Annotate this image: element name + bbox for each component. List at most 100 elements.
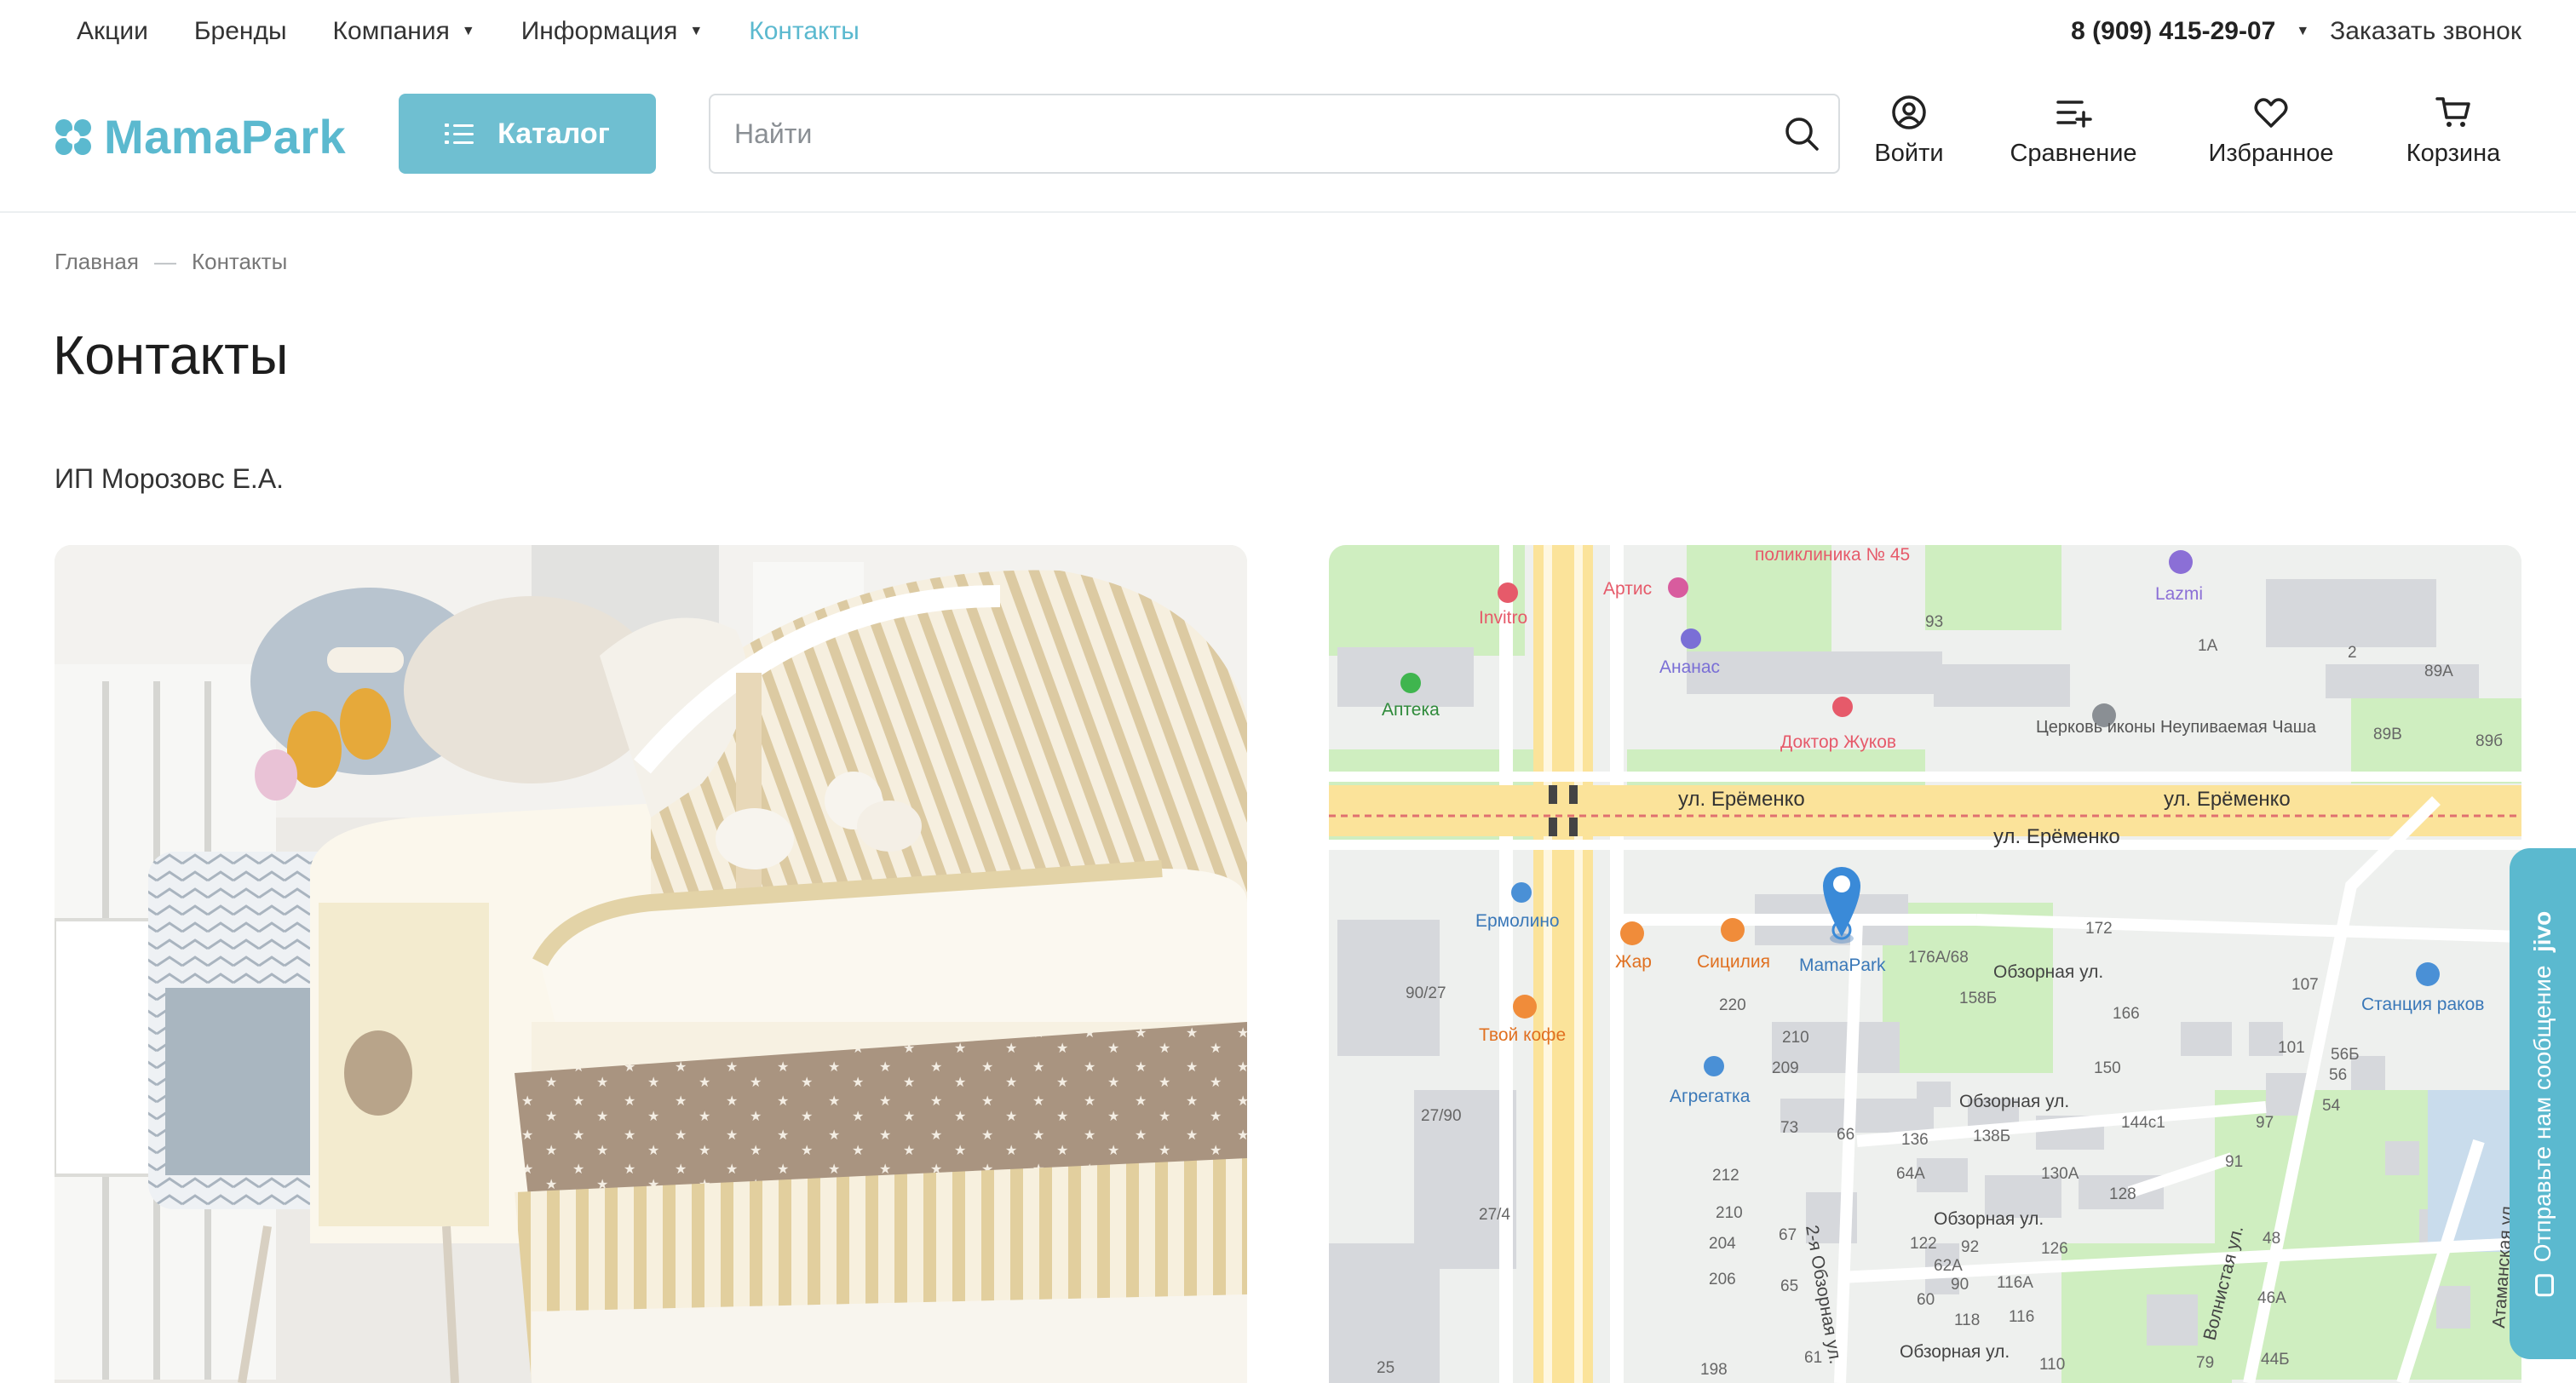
map-street-label: Обзорная ул. xyxy=(1900,1342,2010,1362)
map-street-label: ул. Ерёменко xyxy=(1993,825,2120,848)
map-house-number: 138Б xyxy=(1973,1128,2010,1145)
chat-icon xyxy=(2534,1274,2554,1297)
map-house-number: 66 xyxy=(1837,1126,1854,1144)
map-house-number: 60 xyxy=(1917,1291,1935,1309)
map-place-label: Ермолино xyxy=(1475,911,1560,931)
map-place-label: Станция раков xyxy=(2361,995,2484,1014)
phone-dropdown-icon[interactable]: ▼ xyxy=(2296,24,2309,39)
map-house-number: 130А xyxy=(2041,1165,2079,1183)
search-input[interactable] xyxy=(710,95,1767,172)
map-house-number: 89б xyxy=(2475,732,2503,750)
map-house-number: 206 xyxy=(1709,1271,1736,1288)
map-place-label: Ананас xyxy=(1659,657,1720,677)
chat-brand: jivo xyxy=(2529,910,2556,953)
map-street-label: Обзорная ул. xyxy=(1934,1209,2044,1229)
catalog-button[interactable]: Каталог xyxy=(399,94,656,174)
map-house-number: 158Б xyxy=(1959,990,1997,1007)
topnav-company[interactable]: Компания ▼ xyxy=(333,17,475,46)
map-house-number: 144с1 xyxy=(2121,1114,2165,1132)
login-label: Войти xyxy=(1874,140,1944,167)
favorites-label: Избранное xyxy=(2208,140,2334,167)
map-house-number: 44Б xyxy=(2261,1351,2290,1369)
map-house-number: 27/4 xyxy=(1479,1206,1510,1224)
map-place-label: Артис xyxy=(1603,579,1652,599)
topnav-information[interactable]: Информация ▼ xyxy=(521,17,704,46)
top-contacts: 8 (909) 415-29-07 ▼ Заказать звонок xyxy=(2071,0,2521,63)
map-house-number: 166 xyxy=(2113,1005,2140,1023)
bassinets-photo: ★ ★ xyxy=(55,545,1247,1383)
callback-link[interactable]: Заказать звонок xyxy=(2330,17,2521,46)
map-house-number: 73 xyxy=(1780,1119,1798,1137)
map-house-number: 101 xyxy=(2278,1039,2305,1057)
search-icon[interactable] xyxy=(1782,114,1821,153)
map-street-label: Обзорная ул. xyxy=(1993,962,2103,982)
location-map[interactable]: ул. Ерёменко ул. Ерёменко ул. Ерёменко О… xyxy=(1329,545,2521,1383)
map-house-number: 118 xyxy=(1954,1311,1980,1329)
map-house-number: 150 xyxy=(2094,1059,2121,1077)
map-house-number: 209 xyxy=(1772,1059,1799,1077)
map-house-number: 61 xyxy=(1804,1349,1822,1367)
cart-button[interactable]: Корзина xyxy=(2368,94,2539,168)
map-place-label: Церковь иконы Неупиваемая Чаша xyxy=(2036,718,2317,737)
map-place-label: Жар xyxy=(1615,952,1652,972)
chat-widget-tab[interactable]: Отправьте нам сообщение jivo xyxy=(2510,848,2576,1359)
map-place-label: Invitro xyxy=(1479,608,1527,628)
map-place-label: Агрегатка xyxy=(1670,1087,1751,1106)
map-house-number: 62А xyxy=(1934,1257,1963,1275)
map-house-number: 136 xyxy=(1901,1131,1929,1149)
map-house-number: 172 xyxy=(2085,920,2113,938)
map-house-number: 210 xyxy=(1782,1029,1809,1047)
map-house-number: 79 xyxy=(2196,1354,2214,1372)
map-house-number: 126 xyxy=(2041,1240,2068,1258)
map-place-label: Lazmi xyxy=(2155,584,2203,604)
user-icon xyxy=(1892,95,1926,129)
map-house-number: 128 xyxy=(2109,1185,2136,1203)
map-house-number: 93 xyxy=(1925,613,1943,631)
company-name: ИП Морозовс Е.А. xyxy=(55,463,285,494)
login-button[interactable]: Войти xyxy=(1845,94,1973,168)
chat-widget-label: Отправьте нам сообщение jivo xyxy=(2529,910,2556,1297)
compare-button[interactable]: Сравнение xyxy=(1973,94,2174,168)
logo-mark-icon xyxy=(55,118,91,155)
heart-icon xyxy=(2254,98,2288,128)
breadcrumb-separator: — xyxy=(153,249,176,274)
map-house-number: 56Б xyxy=(2331,1046,2360,1064)
caret-down-icon: ▼ xyxy=(689,24,704,38)
map-house-number: 90 xyxy=(1951,1276,1969,1294)
map-house-number: 210 xyxy=(1716,1204,1743,1222)
favorites-button[interactable]: Избранное xyxy=(2174,94,2368,168)
breadcrumb-current: Контакты xyxy=(191,249,288,274)
topnav-promotions[interactable]: Акции xyxy=(77,17,148,46)
map-house-number: 89А xyxy=(2424,663,2453,680)
header-actions: Войти Сравнение Избранное Корзина xyxy=(1845,94,2539,168)
topnav-contacts[interactable]: Контакты xyxy=(749,17,860,46)
map-house-number: 65 xyxy=(1780,1277,1798,1295)
map-house-number: 92 xyxy=(1961,1238,1979,1256)
top-bar: Акции Бренды Компания ▼ Информация ▼ Конта… xyxy=(0,0,2576,63)
topnav-brands[interactable]: Бренды xyxy=(194,17,287,46)
map-house-number: 220 xyxy=(1719,996,1746,1014)
map-street-label: Обзорная ул. xyxy=(1959,1092,2069,1111)
map-house-number: 67 xyxy=(1779,1226,1797,1244)
map-house-number: 90/27 xyxy=(1406,984,1446,1002)
list-icon xyxy=(445,123,474,144)
map-house-number: 116 xyxy=(2009,1308,2034,1326)
cart-icon xyxy=(2435,97,2470,127)
map-house-number: 198 xyxy=(1700,1361,1728,1379)
map-house-number: 91 xyxy=(2225,1153,2243,1171)
breadcrumb-home[interactable]: Главная xyxy=(55,249,139,275)
map-house-number: 56 xyxy=(2329,1066,2347,1084)
map-house-number: 107 xyxy=(2291,976,2319,994)
map-house-number: 2 xyxy=(2348,644,2357,662)
caret-down-icon: ▼ xyxy=(461,24,475,38)
map-house-number: 1А xyxy=(2198,637,2218,655)
map-canvas: ул. Ерёменко ул. Ерёменко ул. Ерёменко О… xyxy=(1329,545,2521,1383)
logo[interactable]: MamaPark xyxy=(53,109,346,164)
logo-text: MamaPark xyxy=(104,110,347,164)
map-house-number: 110 xyxy=(2039,1356,2065,1374)
map-house-number: 212 xyxy=(1712,1167,1739,1185)
compare-icon xyxy=(2056,100,2092,128)
map-street-label: ул. Ерёменко xyxy=(2164,788,2291,811)
phone-number[interactable]: 8 (909) 415-29-07 xyxy=(2071,17,2275,46)
map-house-number: 46А xyxy=(2257,1289,2286,1307)
